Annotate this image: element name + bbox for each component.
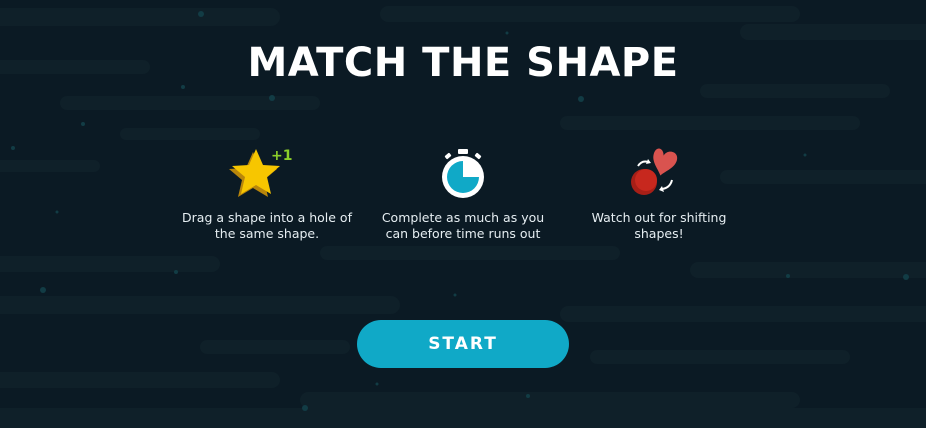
feature-timer-text: Complete as much as you can before time … <box>381 210 545 241</box>
feature-shifting-shapes-text: Watch out for shifting shapes! <box>591 210 727 241</box>
feature-drag-shape-text: Drag a shape into a hole of the same sha… <box>182 210 352 241</box>
star-plus-one-icon: +1 <box>177 142 357 206</box>
game-title: MATCH THE SHAPE <box>247 40 679 86</box>
feature-shifting-shapes: Watch out for shifting shapes! <box>569 142 749 242</box>
stopwatch-icon <box>373 142 553 206</box>
plus-one-badge: +1 <box>271 148 292 164</box>
feature-drag-shape: +1 Drag a shape into a hole of the same … <box>177 142 357 242</box>
start-button[interactable]: START <box>357 320 569 368</box>
feature-timer: Complete as much as you can before time … <box>373 142 553 242</box>
shifting-shapes-icon <box>569 142 749 206</box>
